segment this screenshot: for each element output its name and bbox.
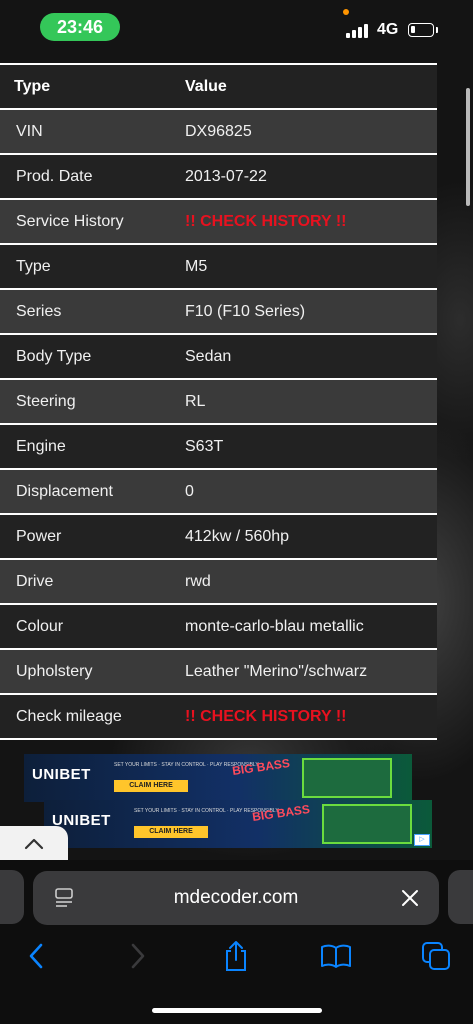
- row-type: Prod. Date: [16, 168, 93, 185]
- slot-machine-image: [302, 758, 392, 798]
- back-button[interactable]: [20, 940, 52, 972]
- row-type: Series: [16, 303, 62, 320]
- table-row: Body Type Sedan: [0, 333, 437, 378]
- chevron-up-icon: [24, 838, 44, 850]
- row-value: Leather "Merino"/schwarz: [185, 663, 368, 680]
- table-row: Power 412kw / 560hp: [0, 513, 437, 558]
- row-value: 0: [185, 483, 194, 500]
- row-value-warning: !! CHECK HISTORY !!: [185, 708, 347, 725]
- table-row: Colour monte-carlo-blau metallic: [0, 603, 437, 648]
- row-type: Body Type: [16, 348, 92, 365]
- adchoices-icon[interactable]: ▷: [414, 834, 430, 846]
- row-value: Sedan: [185, 348, 232, 365]
- table-row: Drive rwd: [0, 558, 437, 603]
- table-row: Displacement 0: [0, 468, 437, 513]
- ad-game-logo: BIG BASS: [231, 756, 291, 778]
- row-value: monte-carlo-blau metallic: [185, 618, 364, 635]
- table-row: Series F10 (F10 Series): [0, 288, 437, 333]
- chevron-right-icon: [131, 943, 145, 969]
- ad-brand: UNIBET: [32, 766, 91, 783]
- table-row: VIN DX96825: [0, 108, 437, 153]
- row-value: S63T: [185, 438, 224, 455]
- row-type: Service History: [16, 213, 124, 230]
- table-row: Prod. Date 2013-07-22: [0, 153, 437, 198]
- previous-tab-preview[interactable]: [0, 870, 24, 924]
- row-type: Check mileage: [16, 708, 122, 725]
- ad-game-logo: BIG BASS: [251, 802, 311, 824]
- row-type: Drive: [16, 573, 54, 590]
- collapse-ad-button[interactable]: [0, 826, 68, 862]
- forward-button[interactable]: [122, 940, 154, 972]
- row-type: VIN: [16, 123, 43, 140]
- ad-banner[interactable]: SET YOUR LIMITS · STAY IN CONTROL · PLAY…: [24, 754, 412, 802]
- row-type: Steering: [16, 393, 76, 410]
- table-row: Service History !! CHECK HISTORY !!: [0, 198, 437, 243]
- table-row: Type M5: [0, 243, 437, 288]
- row-value: 412kw / 560hp: [185, 528, 290, 545]
- share-icon: [226, 941, 246, 971]
- ad-claim-button[interactable]: CLAIM HERE: [114, 780, 188, 792]
- spec-table: Type Value VIN DX96825 Prod. Date 2013-07-2…: [0, 63, 437, 740]
- table-row: Check mileage !! CHECK HISTORY !!: [0, 693, 437, 740]
- scroll-indicator[interactable]: [466, 88, 470, 206]
- table-row: Steering RL: [0, 378, 437, 423]
- status-time: 23:46: [56, 16, 104, 37]
- row-value: DX96825: [185, 123, 252, 140]
- table-row: Engine S63T: [0, 423, 437, 468]
- row-type: Colour: [16, 618, 64, 635]
- url-text: mdecoder.com: [173, 887, 299, 908]
- address-bar[interactable]: mdecoder.com: [33, 871, 439, 925]
- next-tab-preview[interactable]: [448, 870, 473, 924]
- tabs-icon: [422, 942, 450, 970]
- close-icon[interactable]: [399, 887, 421, 909]
- bookmarks-button[interactable]: [320, 940, 352, 972]
- row-type: Displacement: [16, 483, 113, 500]
- row-type: Power: [16, 528, 62, 545]
- ad-claim-button[interactable]: CLAIM HERE: [134, 826, 208, 838]
- header-type: Type: [14, 78, 51, 95]
- table-header: Type Value: [0, 63, 437, 108]
- ad-banner[interactable]: SET YOUR LIMITS · STAY IN CONTROL · PLAY…: [44, 800, 432, 848]
- row-type: Type: [16, 258, 51, 275]
- status-bar: 23:46 4G: [0, 0, 473, 60]
- tabs-button[interactable]: [420, 940, 452, 972]
- signal-icon: [346, 22, 372, 38]
- privacy-indicator-dot: [343, 9, 349, 15]
- row-type: Upholstery: [16, 663, 93, 680]
- row-type: Engine: [16, 438, 66, 455]
- browser-toolbar: mdecoder.com: [0, 860, 473, 1024]
- row-value: 2013-07-22: [185, 168, 267, 185]
- row-value: RL: [185, 393, 206, 410]
- time-pill[interactable]: 23:46: [40, 13, 120, 41]
- row-value: rwd: [185, 573, 211, 590]
- row-value: M5: [185, 258, 208, 275]
- row-value-warning: !! CHECK HISTORY !!: [185, 213, 347, 230]
- header-value: Value: [185, 78, 227, 95]
- network-type: 4G: [377, 21, 399, 38]
- battery-icon: [408, 23, 434, 37]
- home-indicator[interactable]: [152, 1008, 322, 1013]
- slot-machine-image: [322, 804, 412, 844]
- chevron-left-icon: [29, 943, 43, 969]
- battery-tip: [436, 27, 438, 33]
- table-row: Upholstery Leather "Merino"/schwarz: [0, 648, 437, 693]
- book-icon: [321, 944, 351, 968]
- row-value: F10 (F10 Series): [185, 303, 306, 320]
- share-button[interactable]: [220, 940, 252, 972]
